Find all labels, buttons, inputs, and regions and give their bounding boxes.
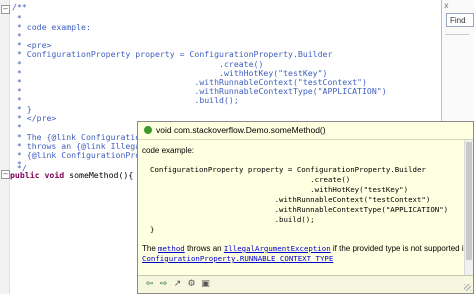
desc-text: if the provided type is not supported in [330,244,464,253]
code-line: * code example: [12,22,91,32]
open-declaration-icon[interactable]: ↗ [172,279,183,289]
code-line: * .build(); [12,95,239,105]
hover-code-line: .create() [150,175,351,184]
desc-text: The [142,244,159,253]
find-input[interactable]: Find [446,13,474,27]
hover-description: The method throws an IllegalArgumentExce… [142,244,464,253]
hover-code-line: .withRunnableContextType("APPLICATION") [150,205,449,214]
show-in-view-icon[interactable]: ▣ [200,279,211,289]
hover-code-line: ConfigurationProperty property = Configu… [150,165,426,174]
hover-header: void com.stackoverflow.Demo.someMethod() [138,122,473,140]
method-declaration: public void someMethod(){ } [10,170,143,181]
hover-intro: code example: [142,146,195,155]
desc-text: throws an [184,244,224,253]
javadoc-hover-popup[interactable]: void com.stackoverflow.Demo.someMethod()… [137,121,474,294]
code-line: /** [12,2,27,12]
hover-code-line: .withRunnableContext("testContext") [150,195,431,204]
collapse-method-icon[interactable]: − [1,170,10,179]
public-method-icon [144,126,152,134]
constant-link[interactable]: ConfigurationProperty.RUNNABLE_CONTEXT_T… [142,254,333,263]
exception-link[interactable]: IllegalArgumentException [224,244,331,253]
outline-divider [445,34,469,35]
hover-code-line: .withHotKey("testKey") [150,185,409,194]
method-signature: someMethod(){ } [64,170,144,180]
editor-gutter [0,0,10,294]
hover-toolbar: ⇦ ⇨ ↗ ⚙ ▣ [138,275,473,293]
scrollbar-thumb[interactable] [466,142,472,260]
resize-grip-icon[interactable] [464,284,471,291]
close-icon[interactable]: x [444,1,449,10]
hover-description-cont: ConfigurationProperty.RUNNABLE_CONTEXT_T… [142,254,333,263]
method-keywords: public void [10,170,65,180]
back-icon[interactable]: ⇦ [144,279,155,289]
forward-icon[interactable]: ⇨ [158,279,169,289]
hover-body: code example: ConfigurationProperty prop… [138,140,464,275]
hover-code-line: .build(); [150,215,315,224]
hover-title: void com.stackoverflow.Demo.someMethod() [156,125,326,135]
collapse-comment-icon[interactable]: − [1,5,10,14]
hover-code-line: } [150,225,155,234]
settings-icon[interactable]: ⚙ [186,279,197,289]
hover-scrollbar[interactable] [464,140,473,275]
method-link[interactable]: method [158,244,185,253]
